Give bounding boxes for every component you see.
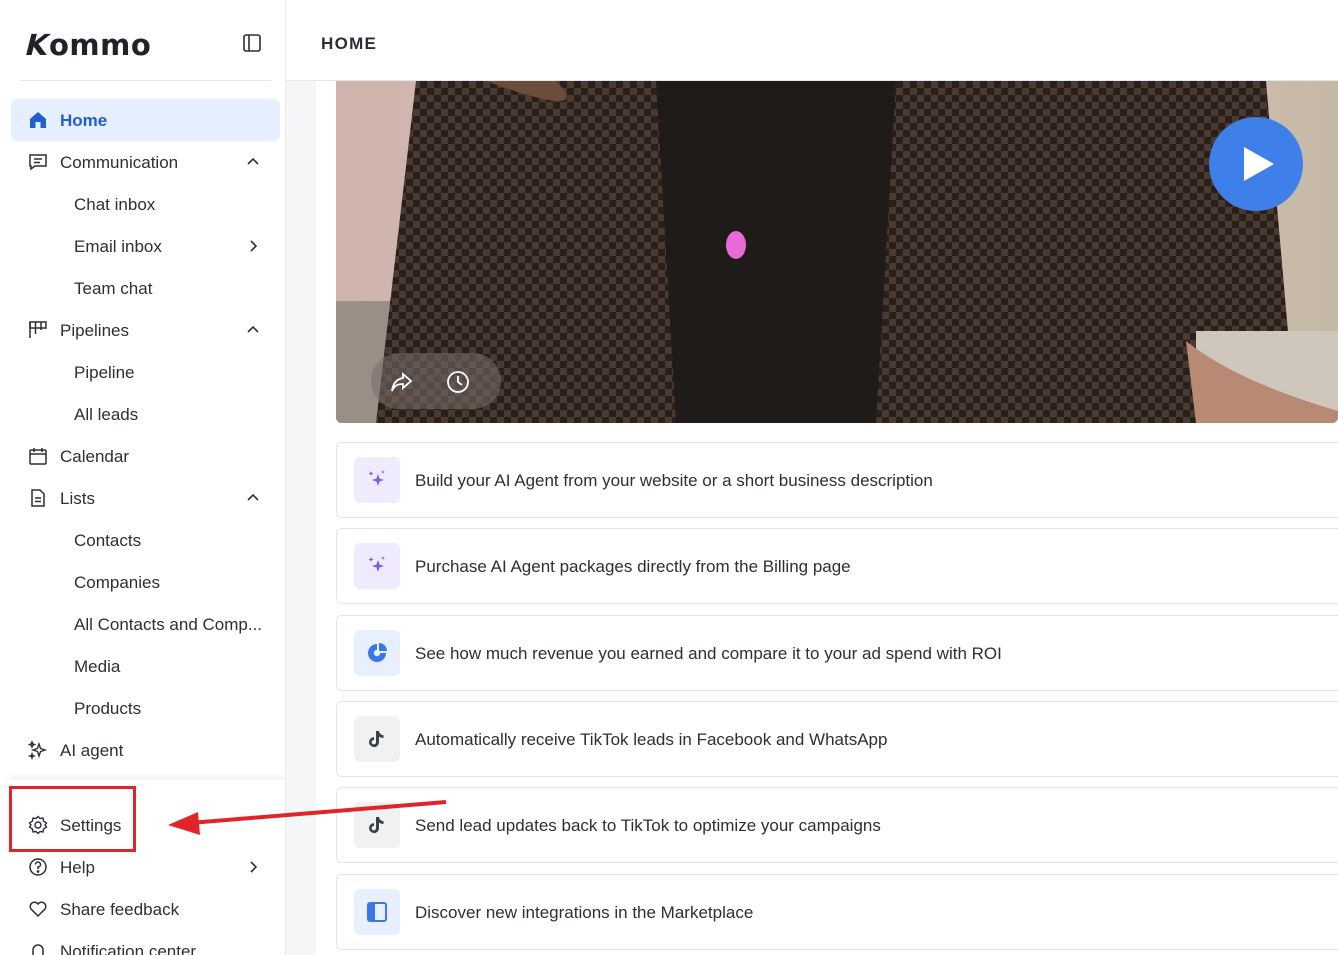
heart-icon [29,901,47,918]
card-text: Build your AI Agent from your website or… [415,471,933,490]
sidebar-item-label: Contacts [74,531,142,550]
sidebar-item-label: Notification center [60,942,197,955]
sparkle-icon [28,740,48,760]
card-badge [354,889,400,935]
logo-row: Kommo [20,0,271,81]
sidebar-item-label: Share feedback [60,900,180,919]
calendar-icon [29,448,47,465]
sidebar-item-help[interactable]: Help [11,846,280,888]
sidebar-item-products[interactable]: Products [11,687,280,729]
pipeline-icon [29,321,47,338]
sidebar-item-label: Pipelines [60,321,129,340]
play-button[interactable] [1209,117,1303,211]
sidebar-item-label: All Contacts and Comp... [74,615,263,634]
card-badge [354,716,400,762]
list-icon [31,489,45,507]
sidebar-item-label: Companies [74,573,160,592]
tiktok-icon [369,731,384,748]
card-text: See how much revenue you earned and comp… [415,644,1002,663]
play-icon [1244,147,1274,181]
card-badge [354,543,400,589]
sidebar-item-label: All leads [74,405,139,424]
feature-card[interactable]: Purchase AI Agent packages directly from… [336,528,1338,604]
sidebar-item-pipelines[interactable]: Pipelines [11,309,280,351]
sidebar-item-companies[interactable]: Companies [11,561,280,603]
feature-card[interactable]: Discover new integrations in the Marketp… [336,874,1338,950]
sparkle-icon [368,556,385,572]
sidebar-item-notification-center[interactable]: Notification center [11,930,280,955]
top-header: HOME [286,0,1338,81]
sidebar-item-ai-agent[interactable]: AI agent [11,729,280,771]
sidebar-item-label: Email inbox [74,237,162,256]
sidebar-item-label: Team chat [74,279,153,298]
chevron-right-icon[interactable] [244,858,262,876]
sidebar-item-label: Products [74,699,142,718]
sidebar-item-label: Home [60,111,108,130]
sidebar-item-media[interactable]: Media [11,645,280,687]
card-text: Purchase AI Agent packages directly from… [415,557,851,576]
chevron-up-icon[interactable] [244,489,262,507]
pie-chart-icon [368,643,387,662]
feature-card[interactable]: Send lead updates back to TikTok to opti… [336,787,1338,863]
card-badge [354,457,400,503]
main-content: Build your AI Agent from your website or… [316,81,1338,955]
kommo-logo[interactable]: Kommo [22,28,152,62]
sidebar-item-email-inbox[interactable]: Email inbox [11,225,280,267]
sidebar-collapse-icon[interactable] [242,33,262,53]
card-text: Discover new integrations in the Marketp… [415,903,754,922]
sidebar-item-home[interactable]: Home [11,99,280,141]
sidebar-item-label: Pipeline [74,363,135,382]
sidebar-item-label: Calendar [60,447,129,466]
marketplace-icon [367,902,387,922]
sidebar-item-pipeline[interactable]: Pipeline [11,351,280,393]
chevron-up-icon[interactable] [244,153,262,171]
card-text: Send lead updates back to TikTok to opti… [415,816,881,835]
sidebar-item-team-chat[interactable]: Team chat [11,267,280,309]
home-icon [30,112,46,128]
sidebar-item-all-contacts-companies[interactable]: All Contacts and Comp... [11,603,280,645]
chevron-right-icon[interactable] [244,237,262,255]
card-text: Automatically receive TikTok leads in Fa… [415,730,888,749]
sidebar-item-all-leads[interactable]: All leads [11,393,280,435]
logo-text: ommo [48,28,152,62]
sidebar-item-label: Media [74,657,121,676]
sidebar-item-calendar[interactable]: Calendar [11,435,280,477]
chat-icon [29,154,47,171]
sidebar-item-label: Help [60,858,95,877]
annotation-arrow [168,800,447,835]
sidebar-item-label: Communication [60,153,179,172]
sidebar-item-share-feedback[interactable]: Share feedback [11,888,280,930]
sidebar-item-label: Chat inbox [74,195,156,214]
sidebar-item-lists[interactable]: Lists [11,477,280,519]
card-badge [354,630,400,676]
help-icon [29,858,47,876]
chevron-up-icon[interactable] [244,321,262,339]
sparkle-icon [368,470,385,486]
sidebar-item-chat-inbox[interactable]: Chat inbox [11,183,280,225]
sidebar-item-label: Lists [60,489,95,508]
bell-icon [31,944,45,955]
page-title: HOME [321,34,378,53]
feature-card[interactable]: See how much revenue you earned and comp… [336,615,1338,691]
sidebar-item-label: AI agent [60,741,124,760]
share-icon[interactable] [389,369,415,395]
sidebar-item-communication[interactable]: Communication [11,141,280,183]
video-controls [371,353,501,409]
annotation-highlight-box [9,786,136,852]
feature-card[interactable]: Build your AI Agent from your website or… [336,442,1338,518]
video-player[interactable] [336,81,1338,423]
clock-icon[interactable] [445,369,471,395]
feature-card[interactable]: Automatically receive TikTok leads in Fa… [336,701,1338,777]
sidebar-item-contacts[interactable]: Contacts [11,519,280,561]
